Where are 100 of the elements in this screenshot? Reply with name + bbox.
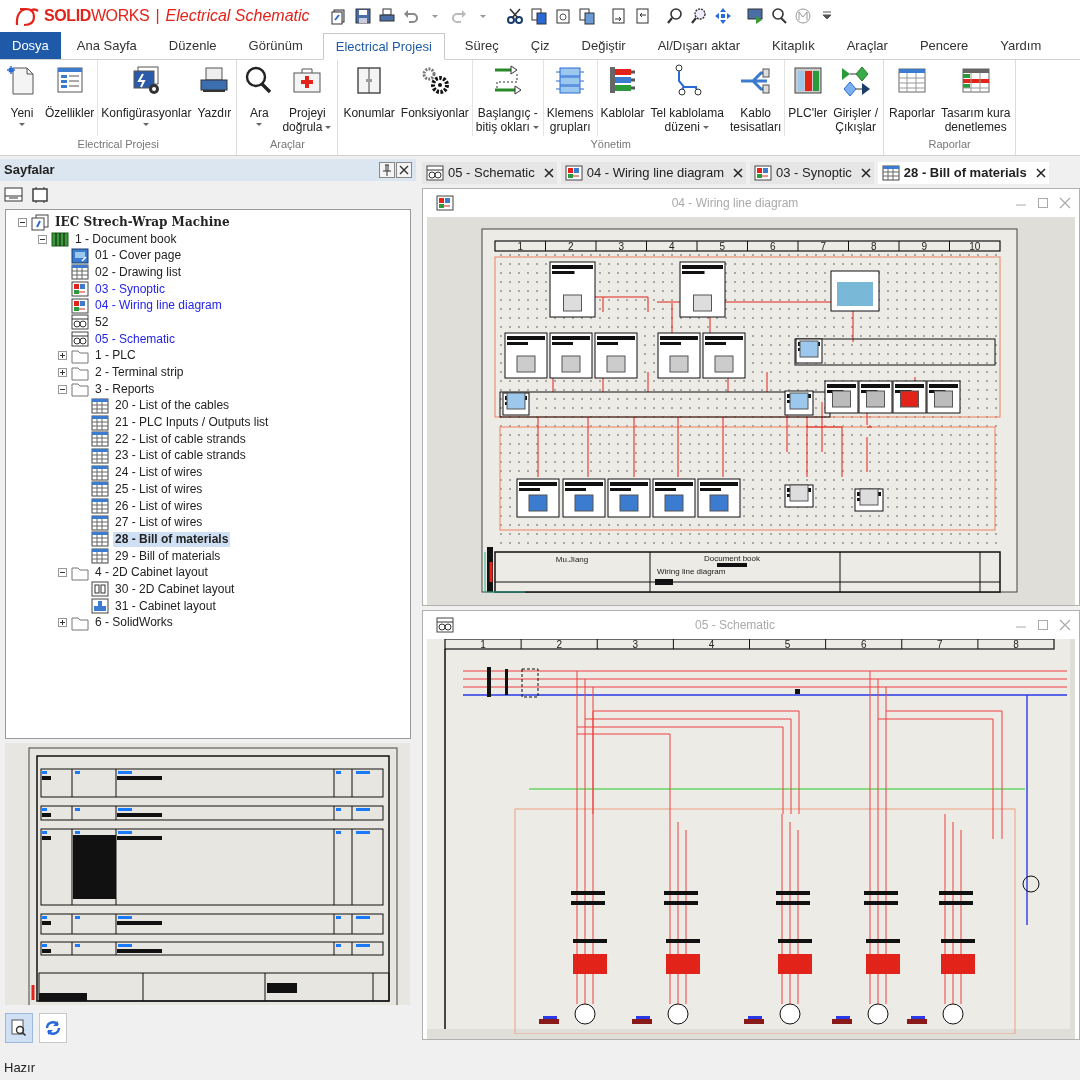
tree-item[interactable]: 05 - Schematic [93, 331, 178, 347]
expand-icon[interactable] [57, 618, 67, 628]
ribbon-tab[interactable]: Electrical Projesi [322, 33, 445, 60]
tree-item[interactable]: 1 - PLC [93, 348, 138, 364]
ribbon-button[interactable]: Tel kablolama düzeni [647, 60, 727, 136]
tree-item[interactable]: 27 - List of wires [113, 515, 205, 531]
collapse-icon[interactable] [57, 384, 67, 394]
tree-item[interactable]: 1 - Document book [73, 231, 179, 247]
column-number: 2 [567, 241, 574, 252]
pan-icon[interactable] [714, 7, 732, 25]
ribbon-button[interactable]: Başlangıç - bitiş okları [472, 60, 543, 136]
zoom-icon[interactable] [666, 7, 684, 25]
ribbon-button[interactable]: Ara [239, 60, 280, 136]
tree-item[interactable]: 04 - Wiring line diagram [93, 298, 224, 314]
ribbon-button[interactable]: Tasarım kura denetlemes [938, 60, 1014, 136]
table-page-icon [90, 396, 110, 415]
tree-item[interactable]: 2 - Terminal strip [93, 365, 186, 381]
document-tab[interactable]: 05 - Schematic [422, 162, 557, 184]
new-document-icon[interactable] [330, 7, 348, 25]
ribbon-button[interactable]: Kablo tesisatları [726, 60, 785, 136]
tree-item[interactable]: 23 - List of cable strands [113, 448, 248, 464]
tree-item[interactable]: 4 - 2D Cabinet layout [93, 565, 210, 581]
ribbon-button[interactable]: Kablolar [597, 60, 648, 136]
ribbon-tab[interactable]: Süreç [454, 32, 509, 59]
ribbon-tab[interactable]: Kitaplık [762, 32, 825, 59]
close-icon[interactable] [860, 168, 871, 178]
ribbon-tab[interactable]: Yardım [990, 32, 1052, 59]
paste-icon[interactable] [554, 7, 572, 25]
zoom-window-icon[interactable] [690, 7, 708, 25]
close-button[interactable] [396, 162, 412, 178]
ribbon-tab[interactable]: Görünüm [238, 32, 313, 59]
ribbon-button[interactable]: Projeyi doğrula [279, 60, 336, 136]
ribbon-button[interactable]: Yeni [2, 60, 42, 136]
page-view-icon[interactable] [4, 187, 24, 203]
tree-item[interactable]: 3 - Reports [93, 381, 157, 397]
ribbon-button[interactable]: Girişler / Çıkışlar [830, 60, 881, 136]
search-icon[interactable] [770, 7, 788, 25]
panel-title: Sayfalar [4, 161, 55, 180]
ribbon-button[interactable]: Fonksiyonlar [397, 60, 472, 136]
table-page-icon [90, 430, 110, 449]
expand-icon[interactable] [57, 368, 67, 378]
tree-item[interactable]: 22 - List of cable strands [113, 431, 248, 447]
refresh-button[interactable] [39, 1013, 67, 1043]
ribbon-group-label: Araçlar [269, 136, 306, 152]
tree-item[interactable]: 6 - SolidWorks [93, 615, 175, 631]
close-icon[interactable] [733, 168, 743, 178]
close-icon[interactable] [543, 168, 554, 178]
diagram-page-icon [563, 164, 584, 182]
preview-zoom-button[interactable] [5, 1013, 33, 1043]
tree-item[interactable]: 30 - 2D Cabinet layout [113, 581, 237, 597]
tree-item[interactable]: 31 - Cabinet layout [113, 598, 218, 614]
print-icon[interactable] [378, 7, 396, 25]
tree-item[interactable]: 52 [93, 314, 111, 330]
ribbon-group-label: Yönetim [589, 136, 632, 152]
ribbon-tab[interactable]: Ana Sayfa [66, 32, 147, 59]
ribbon-button[interactable]: Konfigürasyonlar [98, 60, 195, 136]
collapse-icon[interactable] [37, 234, 47, 244]
collapse-icon[interactable] [57, 568, 67, 578]
column-number: 7 [937, 639, 943, 650]
save-icon[interactable] [354, 7, 372, 25]
tree-item[interactable]: 02 - Drawing list [93, 264, 184, 280]
pin-button[interactable] [379, 162, 395, 178]
ribbon-button[interactable]: Özellikler [42, 60, 98, 136]
ribbon-tab[interactable]: Araçlar [836, 32, 898, 59]
ribbon-tab[interactable]: Düzenle [158, 32, 227, 59]
tree-item[interactable]: 26 - List of wires [113, 498, 205, 514]
column-number: 5 [719, 241, 726, 252]
tree-item[interactable]: 01 - Cover page [93, 248, 184, 264]
copy-icon[interactable] [578, 7, 596, 25]
ribbon-tab[interactable]: Çiz [520, 32, 560, 59]
ribbon-button[interactable]: Klemens grupları [543, 60, 597, 136]
ribbon-button[interactable]: Yazdır [194, 60, 235, 136]
ribbon-tab[interactable]: Pencere [909, 32, 979, 59]
file-menu-tab[interactable]: Dosya [0, 32, 61, 59]
ribbon-tab[interactable]: Değiştir [571, 32, 636, 59]
ribbon-button[interactable]: Konumlar [340, 60, 398, 136]
document-tab[interactable]: 28 - Bill of materials [877, 162, 1049, 184]
column-number: 9 [921, 241, 928, 252]
scissors-icon[interactable] [506, 7, 524, 25]
tree-item[interactable]: 03 - Synoptic [93, 281, 168, 297]
run-icon[interactable] [746, 7, 764, 25]
collapse-icon[interactable] [17, 217, 27, 227]
document-tab[interactable]: 04 - Wiring line diagram [560, 162, 746, 184]
ribbon-button[interactable]: PLC'ler [785, 60, 831, 136]
ribbon-button[interactable]: Raporlar [885, 60, 938, 136]
tree-item[interactable]: 21 - PLC Inputs / Outputs list [113, 415, 271, 431]
tree-item[interactable]: 25 - List of wires [113, 481, 205, 497]
column-number: 4 [708, 639, 715, 650]
tree-item[interactable]: 20 - List of the cables [113, 398, 232, 414]
book-icon [50, 230, 70, 249]
tree-item[interactable]: 24 - List of wires [113, 465, 205, 481]
tree-item[interactable]: 29 - Bill of materials [113, 548, 223, 564]
document-tab[interactable]: 03 - Synoptic [750, 162, 874, 184]
ribbon-tab[interactable]: Al/Dışarı aktar [647, 32, 751, 59]
copy-icon[interactable] [530, 7, 548, 25]
frame-icon[interactable] [30, 186, 50, 204]
tree-item[interactable]: IEC Strech-Wrap Machine [53, 214, 232, 230]
close-icon[interactable] [1035, 168, 1046, 178]
tree-item[interactable]: 28 - Bill of materials [113, 531, 231, 547]
expand-icon[interactable] [57, 351, 67, 361]
